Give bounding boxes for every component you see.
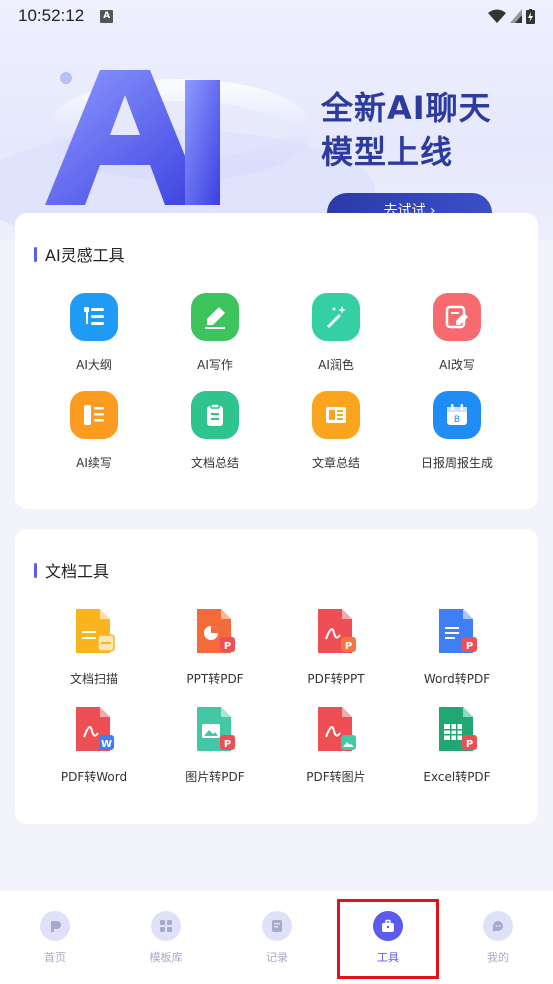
tool-ai-continue[interactable]: AI续写 bbox=[34, 391, 154, 471]
tool-label: AI写作 bbox=[197, 358, 233, 372]
image-to-pdf-icon: P bbox=[191, 705, 239, 755]
article-icon bbox=[312, 391, 360, 439]
tool-article-summary[interactable]: 文章总结 bbox=[276, 391, 396, 471]
pdf-to-ppt-icon: P bbox=[312, 607, 360, 657]
tool-label: 文档扫描 bbox=[69, 672, 118, 686]
tool-ai-rewrite[interactable]: AI改写 bbox=[397, 293, 517, 373]
tool-label: AI大纲 bbox=[76, 358, 112, 372]
svg-text:P: P bbox=[466, 641, 473, 652]
outline-icon bbox=[70, 293, 118, 341]
tool-label: 图片转PDF bbox=[185, 770, 245, 784]
banner-headline-line1: 全新AI聊天 bbox=[321, 89, 492, 127]
tool-excel-to-pdf[interactable]: P Excel转PDF bbox=[397, 705, 517, 785]
wifi-icon bbox=[488, 9, 506, 23]
profile-icon bbox=[483, 911, 513, 941]
tool-label: Word转PDF bbox=[423, 672, 491, 686]
home-icon bbox=[40, 911, 70, 941]
banner-headline: 全新AI聊天 模型上线 bbox=[321, 86, 492, 174]
word-to-pdf-icon: P bbox=[433, 607, 481, 657]
tab-profile[interactable]: 我的 bbox=[458, 911, 538, 965]
excel-to-pdf-icon: P bbox=[433, 705, 481, 755]
tool-image-to-pdf[interactable]: P 图片转PDF bbox=[155, 705, 275, 785]
ai-tools-title: AI灵感工具 bbox=[34, 245, 125, 265]
magic-wand-icon bbox=[312, 293, 360, 341]
ai-chat-banner[interactable]: 全新AI聊天 模型上线 去试试 › bbox=[0, 0, 553, 240]
tool-label: PPT转PDF bbox=[186, 672, 244, 686]
svg-text:P: P bbox=[224, 641, 231, 652]
svg-text:P: P bbox=[345, 641, 352, 652]
tool-label: PDF转图片 bbox=[306, 770, 366, 784]
tool-ppt-to-pdf[interactable]: P PPT转PDF bbox=[155, 607, 275, 687]
tool-report-generator[interactable]: B 日报周报生成 bbox=[397, 391, 517, 471]
tab-records[interactable]: 记录 bbox=[237, 911, 317, 965]
ai-tools-card: AI灵感工具 AI大纲 AI写作 AI润色 AI改写 AI续写 文档总结 文章总… bbox=[15, 213, 538, 509]
continue-writing-icon bbox=[70, 391, 118, 439]
doc-tools-card: 文档工具 文档扫描 P PPT转PDF P PDF转PPT P Word转PDF… bbox=[15, 529, 538, 824]
ppt-to-pdf-icon: P bbox=[191, 607, 239, 657]
calendar-icon: B bbox=[433, 391, 481, 439]
pen-icon bbox=[191, 293, 239, 341]
tab-templates[interactable]: 模板库 bbox=[126, 911, 206, 965]
tool-ai-writing[interactable]: AI写作 bbox=[155, 293, 275, 373]
tab-label: 首页 bbox=[44, 951, 66, 964]
tool-pdf-to-ppt[interactable]: P PDF转PPT bbox=[276, 607, 396, 687]
tool-doc-scan[interactable]: 文档扫描 bbox=[34, 607, 154, 687]
tool-label: 日报周报生成 bbox=[420, 456, 493, 470]
doc-tools-title-text: 文档工具 bbox=[45, 562, 110, 581]
template-grid-icon bbox=[151, 911, 181, 941]
tab-label: 模板库 bbox=[149, 951, 183, 964]
tool-label: Excel转PDF bbox=[423, 770, 491, 784]
tool-label: AI改写 bbox=[439, 358, 475, 372]
tool-pdf-to-image[interactable]: PDF转图片 bbox=[276, 705, 396, 785]
ai-tools-title-text: AI灵感工具 bbox=[45, 246, 125, 265]
notification-icon: A bbox=[100, 9, 114, 23]
status-bar: 10:52:12 A bbox=[0, 0, 553, 32]
title-accent-bar bbox=[34, 562, 37, 578]
record-icon bbox=[262, 911, 292, 941]
doc-tools-title: 文档工具 bbox=[34, 561, 110, 581]
signal-icon bbox=[510, 9, 522, 23]
tool-pdf-to-word[interactable]: W PDF转Word bbox=[34, 705, 154, 785]
status-time: 10:52:12 bbox=[18, 6, 85, 25]
tool-label: 文章总结 bbox=[311, 456, 360, 470]
edit-icon bbox=[433, 293, 481, 341]
svg-text:B: B bbox=[454, 415, 460, 425]
title-accent-bar bbox=[34, 246, 37, 262]
pdf-to-word-icon: W bbox=[70, 705, 118, 755]
highlight-box bbox=[337, 899, 439, 979]
clipboard-icon bbox=[191, 391, 239, 439]
tool-label: PDF转Word bbox=[60, 770, 128, 784]
battery-icon bbox=[526, 8, 535, 24]
tool-ai-polish[interactable]: AI润色 bbox=[276, 293, 396, 373]
tool-word-to-pdf[interactable]: P Word转PDF bbox=[397, 607, 517, 687]
svg-text:P: P bbox=[224, 739, 231, 750]
tab-label: 我的 bbox=[487, 951, 509, 964]
tool-ai-outline[interactable]: AI大纲 bbox=[34, 293, 154, 373]
bottom-tab-bar: 首页 模板库 记录 工具 我的 bbox=[0, 891, 553, 984]
tab-label: 记录 bbox=[266, 951, 288, 964]
tab-home[interactable]: 首页 bbox=[15, 911, 95, 965]
svg-text:W: W bbox=[101, 739, 112, 750]
scan-doc-icon bbox=[70, 607, 118, 657]
tool-label: PDF转PPT bbox=[307, 672, 365, 686]
tool-label: 文档总结 bbox=[190, 456, 239, 470]
tool-label: AI续写 bbox=[76, 456, 112, 470]
svg-text:P: P bbox=[466, 739, 473, 750]
tool-doc-summary[interactable]: 文档总结 bbox=[155, 391, 275, 471]
tool-label: AI润色 bbox=[318, 358, 354, 372]
banner-headline-line2: 模型上线 bbox=[321, 133, 454, 171]
pdf-to-image-icon bbox=[312, 705, 360, 755]
